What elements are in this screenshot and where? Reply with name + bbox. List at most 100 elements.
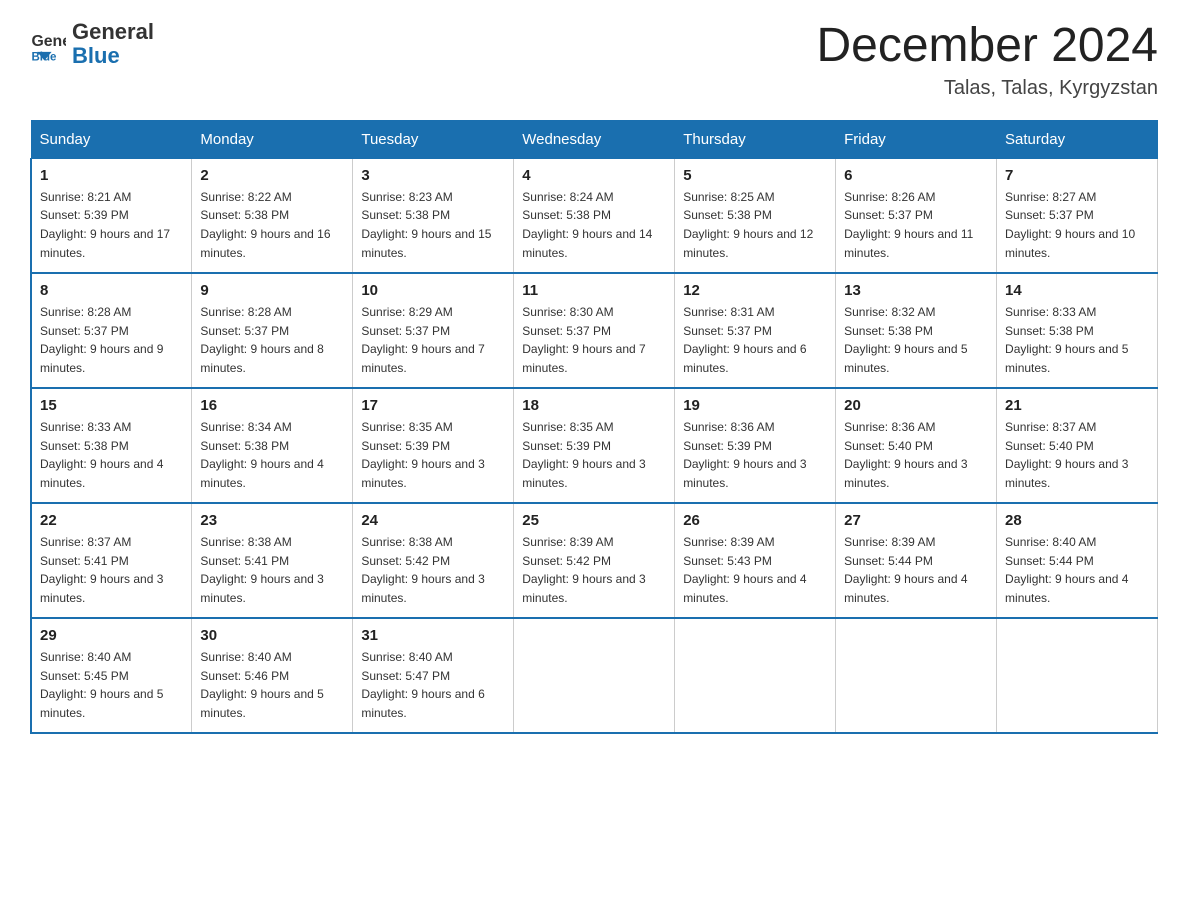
logo-icon: General Blue <box>30 26 66 62</box>
day-info: Sunrise: 8:25 AM Sunset: 5:38 PM Dayligh… <box>683 188 827 262</box>
day-info: Sunrise: 8:39 AM Sunset: 5:43 PM Dayligh… <box>683 533 827 607</box>
table-row: 5 Sunrise: 8:25 AM Sunset: 5:38 PM Dayli… <box>675 158 836 273</box>
day-number: 7 <box>1005 167 1149 184</box>
table-row: 23 Sunrise: 8:38 AM Sunset: 5:41 PM Dayl… <box>192 503 353 618</box>
day-number: 29 <box>40 627 183 644</box>
table-row: 7 Sunrise: 8:27 AM Sunset: 5:37 PM Dayli… <box>997 158 1158 273</box>
day-info: Sunrise: 8:35 AM Sunset: 5:39 PM Dayligh… <box>522 418 666 492</box>
day-number: 22 <box>40 512 183 529</box>
day-info: Sunrise: 8:40 AM Sunset: 5:45 PM Dayligh… <box>40 648 183 722</box>
table-row: 10 Sunrise: 8:29 AM Sunset: 5:37 PM Dayl… <box>353 273 514 388</box>
day-number: 1 <box>40 167 183 184</box>
day-info: Sunrise: 8:39 AM Sunset: 5:42 PM Dayligh… <box>522 533 666 607</box>
day-number: 9 <box>200 282 344 299</box>
day-info: Sunrise: 8:38 AM Sunset: 5:41 PM Dayligh… <box>200 533 344 607</box>
table-row <box>675 618 836 733</box>
table-row: 22 Sunrise: 8:37 AM Sunset: 5:41 PM Dayl… <box>31 503 192 618</box>
day-number: 25 <box>522 512 666 529</box>
header-tuesday: Tuesday <box>353 120 514 158</box>
day-number: 3 <box>361 167 505 184</box>
logo: General Blue General Blue <box>30 20 154 68</box>
table-row: 18 Sunrise: 8:35 AM Sunset: 5:39 PM Dayl… <box>514 388 675 503</box>
day-info: Sunrise: 8:29 AM Sunset: 5:37 PM Dayligh… <box>361 303 505 377</box>
table-row: 3 Sunrise: 8:23 AM Sunset: 5:38 PM Dayli… <box>353 158 514 273</box>
month-title: December 2024 <box>816 20 1158 73</box>
table-row: 27 Sunrise: 8:39 AM Sunset: 5:44 PM Dayl… <box>836 503 997 618</box>
table-row: 24 Sunrise: 8:38 AM Sunset: 5:42 PM Dayl… <box>353 503 514 618</box>
table-row: 11 Sunrise: 8:30 AM Sunset: 5:37 PM Dayl… <box>514 273 675 388</box>
day-number: 4 <box>522 167 666 184</box>
day-info: Sunrise: 8:40 AM Sunset: 5:44 PM Dayligh… <box>1005 533 1149 607</box>
calendar-week-3: 15 Sunrise: 8:33 AM Sunset: 5:38 PM Dayl… <box>31 388 1158 503</box>
table-row: 28 Sunrise: 8:40 AM Sunset: 5:44 PM Dayl… <box>997 503 1158 618</box>
day-info: Sunrise: 8:38 AM Sunset: 5:42 PM Dayligh… <box>361 533 505 607</box>
page-header: General Blue General Blue December 2024 … <box>30 20 1158 100</box>
table-row: 16 Sunrise: 8:34 AM Sunset: 5:38 PM Dayl… <box>192 388 353 503</box>
day-number: 28 <box>1005 512 1149 529</box>
day-number: 21 <box>1005 397 1149 414</box>
day-number: 23 <box>200 512 344 529</box>
day-info: Sunrise: 8:24 AM Sunset: 5:38 PM Dayligh… <box>522 188 666 262</box>
day-number: 11 <box>522 282 666 299</box>
table-row: 13 Sunrise: 8:32 AM Sunset: 5:38 PM Dayl… <box>836 273 997 388</box>
day-info: Sunrise: 8:36 AM Sunset: 5:40 PM Dayligh… <box>844 418 988 492</box>
day-info: Sunrise: 8:40 AM Sunset: 5:47 PM Dayligh… <box>361 648 505 722</box>
table-row: 15 Sunrise: 8:33 AM Sunset: 5:38 PM Dayl… <box>31 388 192 503</box>
table-row <box>514 618 675 733</box>
table-row <box>836 618 997 733</box>
table-row: 9 Sunrise: 8:28 AM Sunset: 5:37 PM Dayli… <box>192 273 353 388</box>
day-number: 12 <box>683 282 827 299</box>
day-number: 18 <box>522 397 666 414</box>
table-row: 2 Sunrise: 8:22 AM Sunset: 5:38 PM Dayli… <box>192 158 353 273</box>
table-row: 20 Sunrise: 8:36 AM Sunset: 5:40 PM Dayl… <box>836 388 997 503</box>
logo-blue-text: Blue <box>72 44 154 68</box>
day-info: Sunrise: 8:26 AM Sunset: 5:37 PM Dayligh… <box>844 188 988 262</box>
day-info: Sunrise: 8:23 AM Sunset: 5:38 PM Dayligh… <box>361 188 505 262</box>
day-number: 24 <box>361 512 505 529</box>
day-number: 17 <box>361 397 505 414</box>
table-row: 1 Sunrise: 8:21 AM Sunset: 5:39 PM Dayli… <box>31 158 192 273</box>
day-info: Sunrise: 8:39 AM Sunset: 5:44 PM Dayligh… <box>844 533 988 607</box>
day-info: Sunrise: 8:35 AM Sunset: 5:39 PM Dayligh… <box>361 418 505 492</box>
day-info: Sunrise: 8:27 AM Sunset: 5:37 PM Dayligh… <box>1005 188 1149 262</box>
day-number: 10 <box>361 282 505 299</box>
table-row: 14 Sunrise: 8:33 AM Sunset: 5:38 PM Dayl… <box>997 273 1158 388</box>
header-friday: Friday <box>836 120 997 158</box>
day-number: 31 <box>361 627 505 644</box>
day-info: Sunrise: 8:28 AM Sunset: 5:37 PM Dayligh… <box>40 303 183 377</box>
day-number: 30 <box>200 627 344 644</box>
day-info: Sunrise: 8:37 AM Sunset: 5:40 PM Dayligh… <box>1005 418 1149 492</box>
day-number: 20 <box>844 397 988 414</box>
table-row: 4 Sunrise: 8:24 AM Sunset: 5:38 PM Dayli… <box>514 158 675 273</box>
calendar-week-2: 8 Sunrise: 8:28 AM Sunset: 5:37 PM Dayli… <box>31 273 1158 388</box>
day-info: Sunrise: 8:33 AM Sunset: 5:38 PM Dayligh… <box>1005 303 1149 377</box>
header-monday: Monday <box>192 120 353 158</box>
calendar-header-row: Sunday Monday Tuesday Wednesday Thursday… <box>31 120 1158 158</box>
day-info: Sunrise: 8:34 AM Sunset: 5:38 PM Dayligh… <box>200 418 344 492</box>
table-row: 31 Sunrise: 8:40 AM Sunset: 5:47 PM Dayl… <box>353 618 514 733</box>
day-info: Sunrise: 8:31 AM Sunset: 5:37 PM Dayligh… <box>683 303 827 377</box>
day-number: 13 <box>844 282 988 299</box>
table-row: 26 Sunrise: 8:39 AM Sunset: 5:43 PM Dayl… <box>675 503 836 618</box>
table-row: 25 Sunrise: 8:39 AM Sunset: 5:42 PM Dayl… <box>514 503 675 618</box>
table-row: 21 Sunrise: 8:37 AM Sunset: 5:40 PM Dayl… <box>997 388 1158 503</box>
table-row: 6 Sunrise: 8:26 AM Sunset: 5:37 PM Dayli… <box>836 158 997 273</box>
day-number: 14 <box>1005 282 1149 299</box>
header-sunday: Sunday <box>31 120 192 158</box>
day-number: 8 <box>40 282 183 299</box>
day-number: 6 <box>844 167 988 184</box>
day-info: Sunrise: 8:33 AM Sunset: 5:38 PM Dayligh… <box>40 418 183 492</box>
day-number: 5 <box>683 167 827 184</box>
day-number: 15 <box>40 397 183 414</box>
table-row: 17 Sunrise: 8:35 AM Sunset: 5:39 PM Dayl… <box>353 388 514 503</box>
location-subtitle: Talas, Talas, Kyrgyzstan <box>816 77 1158 100</box>
svg-text:General: General <box>31 33 66 50</box>
table-row: 30 Sunrise: 8:40 AM Sunset: 5:46 PM Dayl… <box>192 618 353 733</box>
day-info: Sunrise: 8:30 AM Sunset: 5:37 PM Dayligh… <box>522 303 666 377</box>
day-number: 26 <box>683 512 827 529</box>
calendar-week-4: 22 Sunrise: 8:37 AM Sunset: 5:41 PM Dayl… <box>31 503 1158 618</box>
day-number: 27 <box>844 512 988 529</box>
day-info: Sunrise: 8:40 AM Sunset: 5:46 PM Dayligh… <box>200 648 344 722</box>
calendar-week-5: 29 Sunrise: 8:40 AM Sunset: 5:45 PM Dayl… <box>31 618 1158 733</box>
day-info: Sunrise: 8:37 AM Sunset: 5:41 PM Dayligh… <box>40 533 183 607</box>
